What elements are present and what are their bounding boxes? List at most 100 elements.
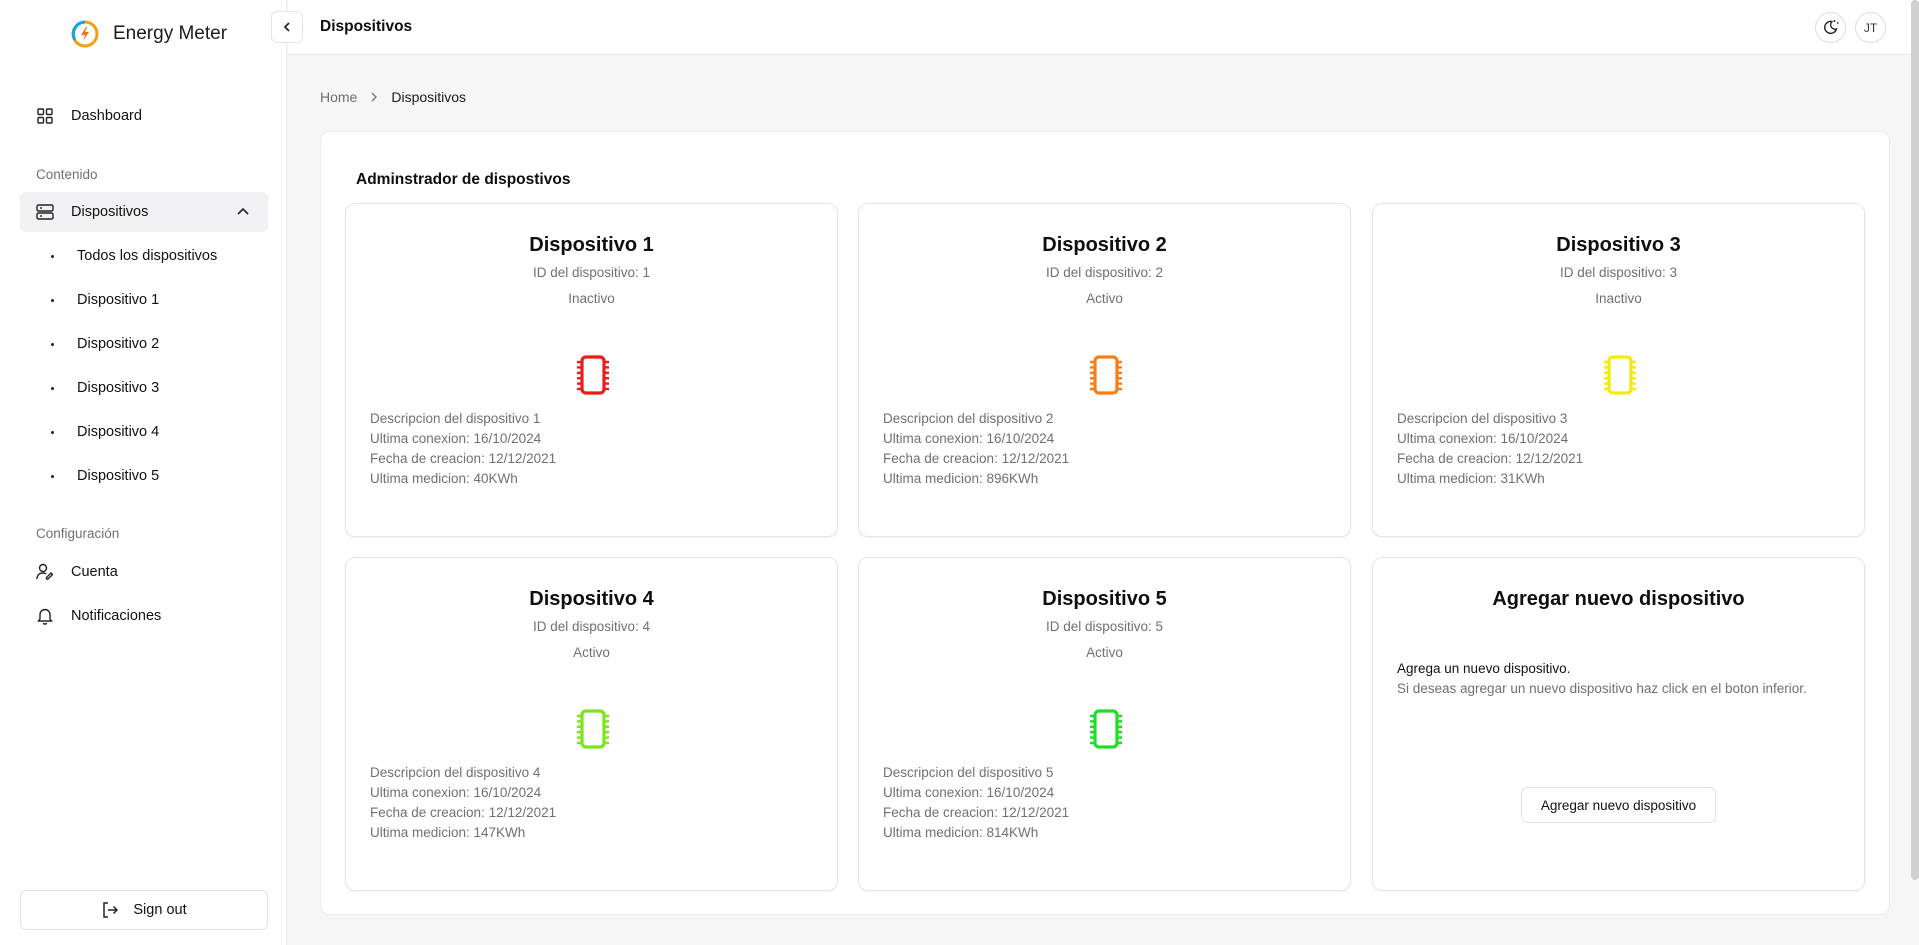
scrollbar[interactable] — [1911, 0, 1919, 880]
device-id: ID del dispositivo: 1 — [532, 265, 651, 280]
device-id: ID del dispositivo: 2 — [1045, 265, 1164, 280]
device-details: Descripcion del dispositivo 2 Ultima con… — [883, 409, 1069, 489]
sidebar-subitem-label: Dispositivo 4 — [77, 424, 160, 440]
device-created: Fecha de creacion: 12/12/2021 — [1397, 451, 1584, 466]
sidebar-subitem-device-4[interactable]: Dispositivo 4 — [51, 417, 159, 447]
device-description: Descripcion del dispositivo 4 — [370, 765, 541, 780]
sidebar-item-devices[interactable]: Dispositivos — [20, 192, 268, 232]
sidebar-item-label: Notificaciones — [71, 608, 162, 624]
device-last-measure: Ultima medicion: 31KWh — [1397, 471, 1545, 486]
breadcrumb: Home Dispositivos — [320, 89, 466, 105]
dashboard-grid-icon — [36, 107, 54, 125]
device-description: Descripcion del dispositivo 5 — [883, 765, 1054, 780]
device-last-connection: Ultima conexion: 16/10/2024 — [1397, 431, 1569, 446]
add-device-button[interactable]: Agregar nuevo dispositivo — [1521, 787, 1716, 823]
sidebar-subitem-device-3[interactable]: Dispositivo 3 — [51, 373, 159, 403]
sidebar-item-label: Cuenta — [71, 564, 118, 580]
device-description: Descripcion del dispositivo 3 — [1397, 411, 1568, 426]
top-bar: Dispositivos JT — [288, 0, 1919, 55]
sidebar-subitem-label: Dispositivo 1 — [77, 292, 160, 308]
device-created: Fecha de creacion: 12/12/2021 — [370, 451, 557, 466]
device-card-2[interactable]: Dispositivo 2 ID del dispositivo: 2 Acti… — [858, 203, 1351, 537]
theme-toggle-button[interactable] — [1815, 12, 1846, 43]
chip-icon — [577, 709, 609, 749]
sidebar-subitem-device-2[interactable]: Dispositivo 2 — [51, 329, 159, 359]
device-details: Descripcion del dispositivo 5 Ultima con… — [883, 763, 1069, 843]
sidebar-subitem-device-1[interactable]: Dispositivo 1 — [51, 285, 159, 315]
user-icon — [36, 563, 54, 581]
moon-sun-icon — [1824, 20, 1839, 35]
device-status: Inactivo — [568, 291, 615, 306]
device-name: Dispositivo 3 — [1556, 234, 1681, 256]
sidebar-subitem-label: Dispositivo 5 — [77, 468, 160, 484]
device-details: Descripcion del dispositivo 3 Ultima con… — [1397, 409, 1583, 489]
app-name: Energy Meter — [113, 23, 228, 44]
device-last-connection: Ultima conexion: 16/10/2024 — [883, 785, 1055, 800]
sidebar-subitem-device-5[interactable]: Dispositivo 5 — [51, 461, 159, 491]
device-icon — [36, 203, 54, 221]
bell-icon — [36, 607, 54, 625]
device-last-measure: Ultima medicion: 147KWh — [370, 825, 526, 840]
collapse-sidebar-button[interactable] — [271, 11, 303, 43]
sidebar-subitem-all-devices[interactable]: Todos los dispositivos — [51, 241, 217, 271]
chip-icon — [1604, 355, 1636, 395]
sign-out-label: Sign out — [133, 902, 187, 918]
panel-title: Adminstrador de dispostivos — [356, 171, 571, 188]
section-label-content: Contenido — [36, 167, 98, 182]
device-name: Dispositivo 1 — [529, 234, 654, 256]
bullet-dot — [51, 430, 54, 434]
device-status: Activo — [1086, 291, 1123, 306]
sidebar-item-label: Dispositivos — [71, 204, 149, 220]
chevron-up-icon[interactable] — [236, 204, 250, 218]
chip-icon — [1090, 709, 1122, 749]
device-id: ID del dispositivo: 4 — [532, 619, 651, 634]
device-status: Activo — [1086, 645, 1123, 660]
sidebar-item-notifications[interactable]: Notificaciones — [20, 596, 268, 636]
sidebar-item-account[interactable]: Cuenta — [20, 552, 268, 592]
bullet-dot — [51, 474, 54, 478]
chevron-right-icon — [370, 92, 378, 102]
sidebar-item-dashboard[interactable]: Dashboard — [20, 96, 268, 136]
avatar[interactable]: JT — [1855, 12, 1886, 43]
device-id: ID del dispositivo: 3 — [1559, 265, 1678, 280]
bullet-dot — [51, 386, 54, 390]
device-created: Fecha de creacion: 12/12/2021 — [883, 805, 1070, 820]
chip-icon — [1090, 355, 1122, 395]
device-description: Descripcion del dispositivo 2 — [883, 411, 1054, 426]
page-title: Dispositivos — [320, 18, 413, 35]
device-id: ID del dispositivo: 5 — [1045, 619, 1164, 634]
device-created: Fecha de creacion: 12/12/2021 — [883, 451, 1070, 466]
device-card-5[interactable]: Dispositivo 5 ID del dispositivo: 5 Acti… — [858, 557, 1351, 891]
device-description: Descripcion del dispositivo 1 — [370, 411, 541, 426]
sign-out-button[interactable]: Sign out — [20, 890, 268, 930]
device-card-4[interactable]: Dispositivo 4 ID del dispositivo: 4 Acti… — [345, 557, 838, 891]
device-name: Dispositivo 2 — [1042, 234, 1167, 256]
device-last-measure: Ultima medicion: 896KWh — [883, 471, 1039, 486]
breadcrumb-current: Dispositivos — [391, 89, 467, 105]
chevron-left-icon — [283, 22, 290, 32]
device-last-measure: Ultima medicion: 40KWh — [370, 471, 518, 486]
add-device-line2: Si deseas agregar un nuevo dispositivo h… — [1397, 681, 1807, 696]
device-last-connection: Ultima conexion: 16/10/2024 — [370, 431, 542, 446]
section-label-config: Configuración — [36, 526, 120, 541]
device-details: Descripcion del dispositivo 1 Ultima con… — [370, 409, 556, 489]
sidebar: Energy Meter Dashboard Contenido Disposi… — [0, 0, 287, 945]
add-device-line1: Agrega un nuevo dispositivo. — [1397, 661, 1571, 676]
sidebar-subitem-label: Dispositivo 3 — [77, 380, 160, 396]
device-status: Activo — [573, 645, 610, 660]
device-last-measure: Ultima medicion: 814KWh — [883, 825, 1039, 840]
device-last-connection: Ultima conexion: 16/10/2024 — [883, 431, 1055, 446]
add-device-title: Agregar nuevo dispositivo — [1492, 588, 1745, 610]
device-last-connection: Ultima conexion: 16/10/2024 — [370, 785, 542, 800]
breadcrumb-home[interactable]: Home — [320, 89, 357, 105]
bullet-dot — [51, 254, 54, 258]
device-created: Fecha de creacion: 12/12/2021 — [370, 805, 557, 820]
brand[interactable]: Energy Meter — [70, 16, 227, 52]
device-details: Descripcion del dispositivo 4 Ultima con… — [370, 763, 556, 843]
device-status: Inactivo — [1595, 291, 1642, 306]
chip-icon — [577, 355, 609, 395]
device-card-3[interactable]: Dispositivo 3 ID del dispositivo: 3 Inac… — [1372, 203, 1865, 537]
bullet-dot — [51, 298, 54, 302]
bullet-dot — [51, 342, 54, 346]
device-card-1[interactable]: Dispositivo 1 ID del dispositivo: 1 Inac… — [345, 203, 838, 537]
